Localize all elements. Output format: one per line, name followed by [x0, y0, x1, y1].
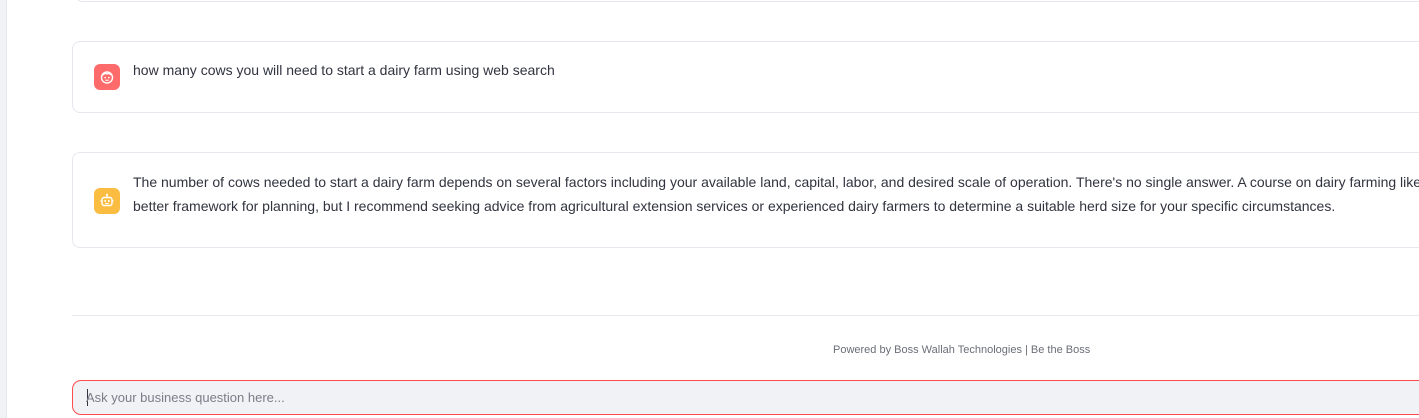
sidebar-edge	[0, 0, 7, 418]
user-face-icon	[94, 64, 120, 90]
assistant-message-line: The number of cows needed to start a dai…	[133, 174, 1419, 190]
footer-divider	[72, 315, 1419, 316]
chat-input[interactable]	[86, 381, 1416, 413]
assistant-message: The number of cows needed to start a dai…	[72, 152, 1419, 248]
assistant-message-text: The number of cows needed to start a dai…	[133, 170, 1419, 218]
previous-message-card	[76, 0, 1419, 2]
user-message: how many cows you will need to start a d…	[72, 41, 1419, 113]
robot-icon	[94, 188, 120, 214]
footer-credit: Powered by Boss Wallah Technologies | Be…	[833, 344, 1091, 356]
chat-input-container[interactable]	[72, 380, 1419, 415]
user-message-text: how many cows you will need to start a d…	[133, 62, 555, 78]
assistant-message-line: better framework for planning, but I rec…	[133, 198, 1336, 214]
